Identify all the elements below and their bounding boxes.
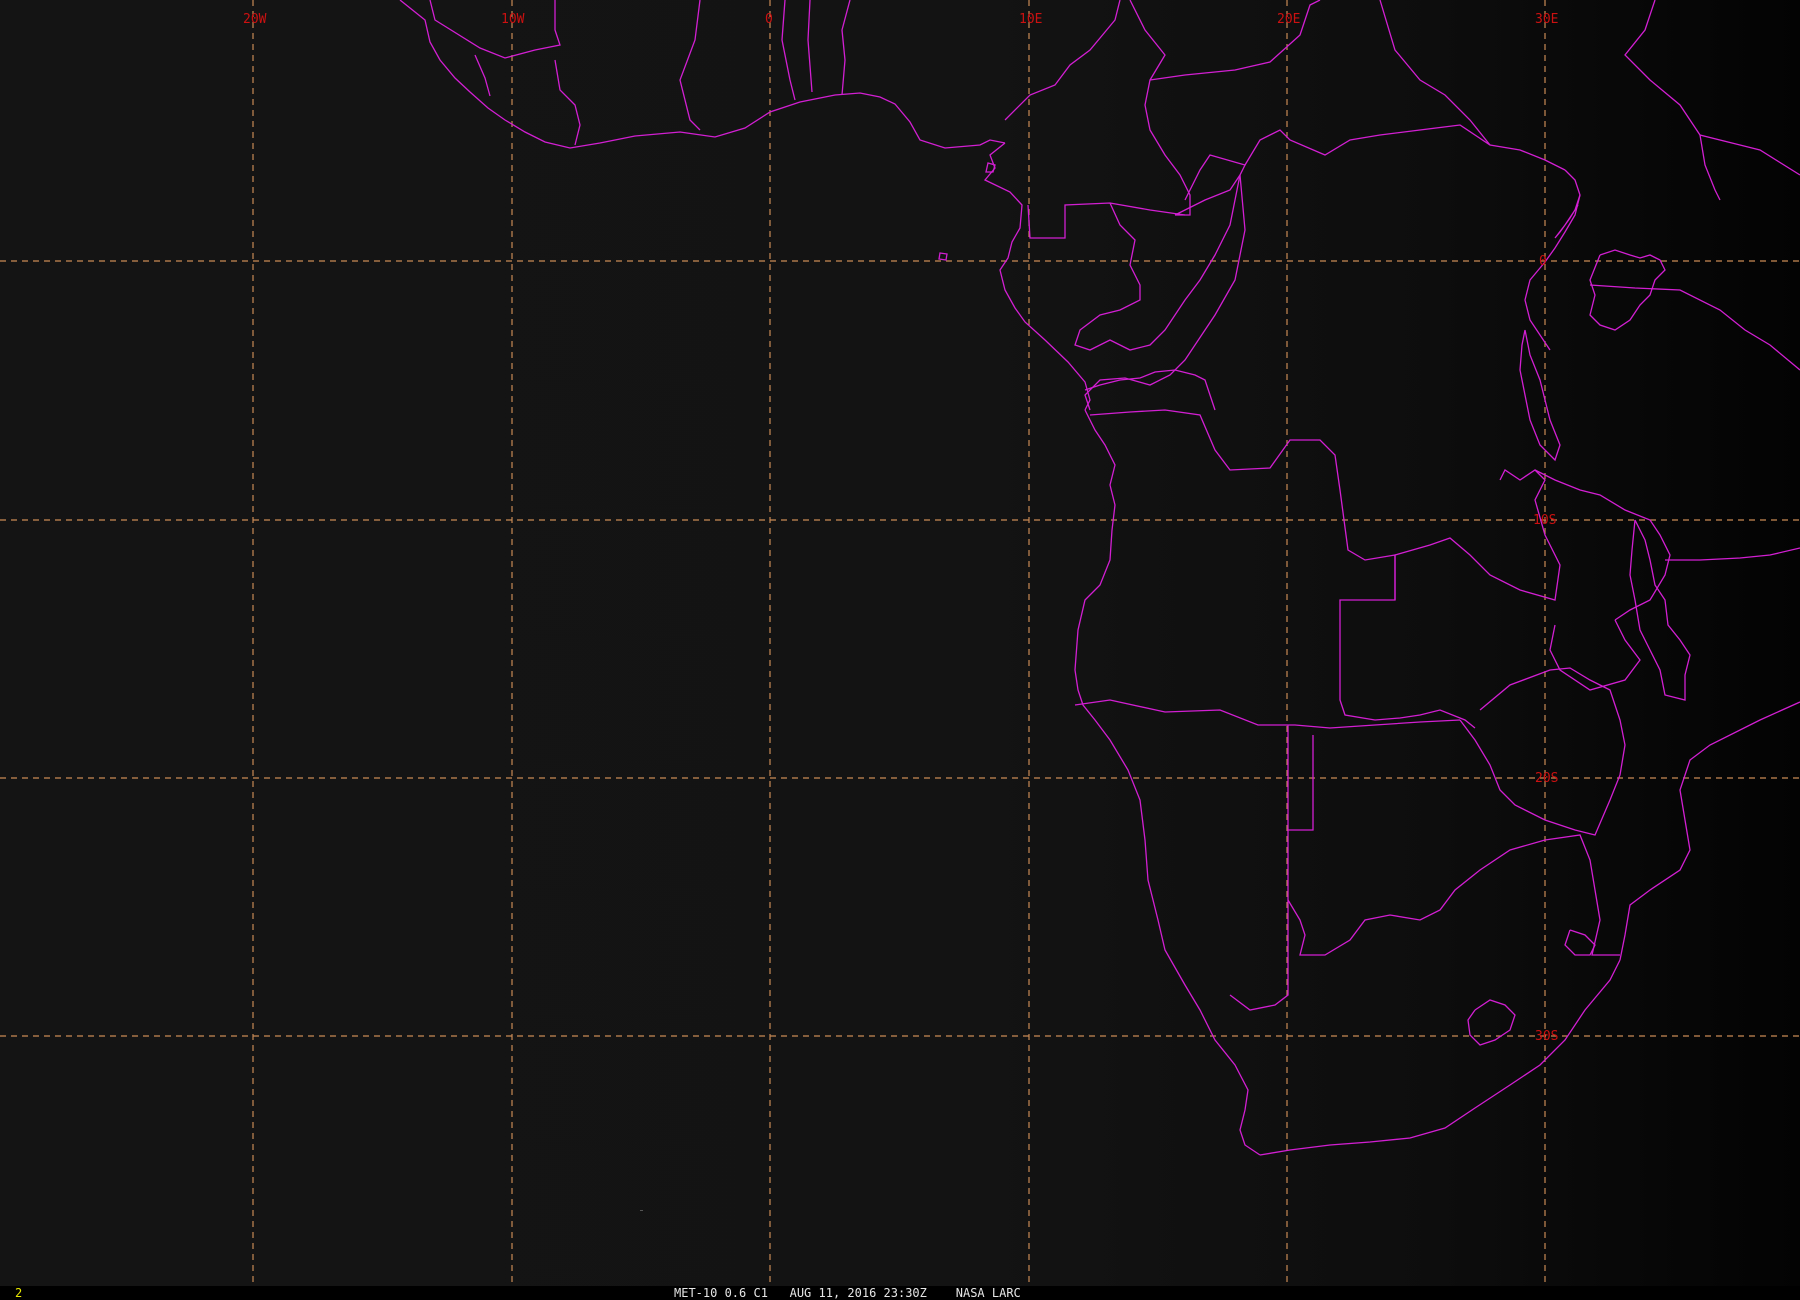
border-botswana-zimbabwe	[1459, 667, 1626, 836]
lat-label-0: 0	[1539, 254, 1547, 269]
border-south-africa-mozambique	[1544, 834, 1620, 956]
satellite-map-viewer: 20W 10W 0 10E 20E 30E 0 10S 20S 30S 2 ME…	[0, 0, 1800, 1300]
map-canvas: 20W 10W 0 10E 20E 30E 0 10S 20S 30S	[0, 0, 1800, 1284]
border-ghana-togo	[781, 0, 796, 101]
border-zambia-malawi	[1394, 469, 1561, 601]
lon-label-10e: 10E	[1019, 12, 1042, 27]
border-lake-tanganyika	[1519, 329, 1561, 462]
island-bioko	[985, 162, 996, 173]
border-benin-nigeria	[841, 0, 851, 96]
border-ethiopia-south	[1624, 0, 1800, 176]
border-togo-benin	[807, 0, 813, 93]
coastline-west-africa	[399, 0, 1006, 149]
border-ghana-ivory	[679, 0, 701, 131]
coastline-south-africa	[1259, 959, 1621, 1156]
border-eq-guinea-gabon	[1027, 202, 1186, 239]
border-mozambique-malawi	[1549, 619, 1641, 691]
coastline-southwest-africa	[1074, 409, 1261, 1156]
border-lesotho	[1467, 999, 1516, 1046]
border-kenya-uganda	[1699, 134, 1721, 201]
lat-label-30s: 30S	[1535, 1029, 1558, 1044]
border-congo-drc	[1084, 174, 1246, 411]
lon-label-30e: 30E	[1535, 12, 1558, 27]
border-sudan	[1379, 0, 1491, 146]
border-cameroon-chad	[1129, 0, 1191, 216]
border-eswatini	[1564, 929, 1596, 956]
border-lake-albert	[1554, 194, 1581, 239]
border-gabon-congo	[1074, 174, 1241, 351]
frame-number: 2	[15, 1286, 23, 1300]
border-angola-drc	[1089, 409, 1396, 600]
border-west-africa-2	[474, 54, 491, 97]
border-angola-zambia	[1339, 555, 1476, 729]
border-car-congo	[1244, 124, 1566, 171]
island-sao-tome	[938, 252, 948, 261]
coastlines-and-borders	[399, 0, 1800, 1156]
lat-label-20s: 20S	[1535, 771, 1558, 786]
image-caption: MET-10 0.6 C1 AUG 11, 2016 23:30Z NASA L…	[674, 1286, 1021, 1300]
lon-label-10w: 10W	[501, 12, 525, 27]
grid-labels: 20W 10W 0 10E 20E 30E 0 10S 20S 30S	[243, 12, 1558, 1044]
border-tanzania-kenya	[1589, 284, 1800, 371]
border-uganda-drc	[1544, 169, 1581, 263]
coastline-central-africa	[983, 142, 1091, 411]
lon-label-0: 0	[765, 12, 773, 27]
lat-label-10s: 10S	[1533, 513, 1556, 528]
border-lake-victoria	[1589, 249, 1666, 331]
border-angola-namibia	[1074, 699, 1461, 729]
border-congo-coastal	[1084, 369, 1216, 411]
border-west-africa-1	[429, 0, 561, 59]
coastline-mozambique	[1619, 701, 1800, 961]
border-west-africa-3	[554, 59, 581, 146]
status-bar: 2 MET-10 0.6 C1 AUG 11, 2016 23:30Z NASA…	[0, 1286, 1800, 1300]
border-malawi-lake	[1629, 519, 1691, 701]
border-botswana-south-africa	[1287, 839, 1546, 956]
border-tanzania-mozambique	[1665, 547, 1800, 561]
border-rwanda-burundi	[1524, 261, 1551, 351]
lat-lon-grid	[0, 0, 1800, 1284]
lon-label-20e: 20E	[1277, 12, 1300, 27]
border-namibia-south-africa	[1229, 830, 1289, 1011]
lon-label-20w: 20W	[243, 12, 267, 27]
noise-pixel	[640, 1210, 643, 1211]
